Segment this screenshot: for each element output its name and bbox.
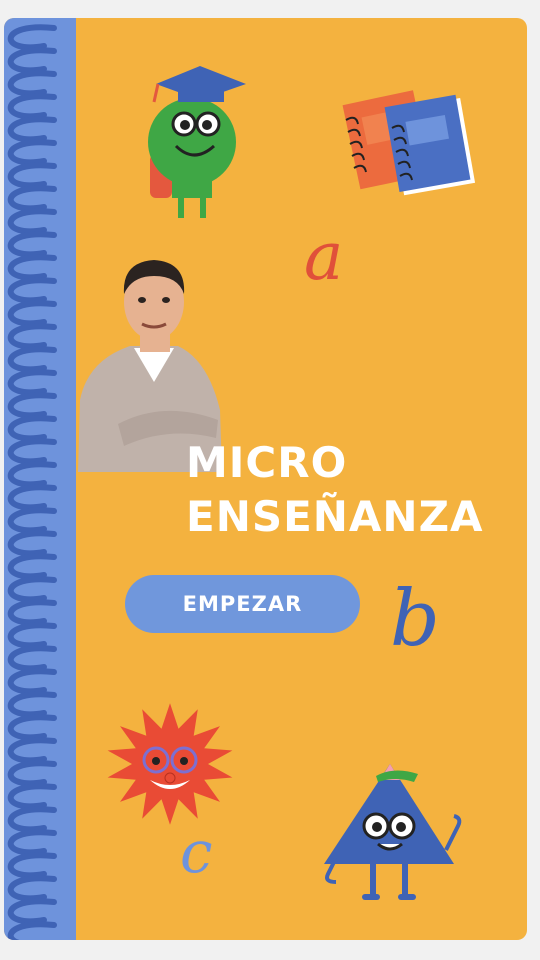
sun-face-icon	[107, 703, 233, 825]
spiral-coil	[7, 24, 57, 940]
title-line-2: ENSEÑANZA	[186, 492, 484, 541]
notebooks-icon	[342, 90, 476, 196]
letter-c: c	[180, 818, 213, 886]
app-screen: a MICRO ENSEÑANZA EMPEZAR b c	[4, 18, 527, 940]
start-button[interactable]: EMPEZAR	[125, 575, 360, 633]
triangle-monster-icon	[324, 764, 462, 900]
graduate-monster-icon	[148, 66, 246, 218]
title-line-1: MICRO	[186, 438, 348, 487]
letter-b: b	[390, 574, 440, 664]
letter-a: a	[304, 218, 344, 295]
page-title: MICRO ENSEÑANZA	[186, 436, 506, 544]
